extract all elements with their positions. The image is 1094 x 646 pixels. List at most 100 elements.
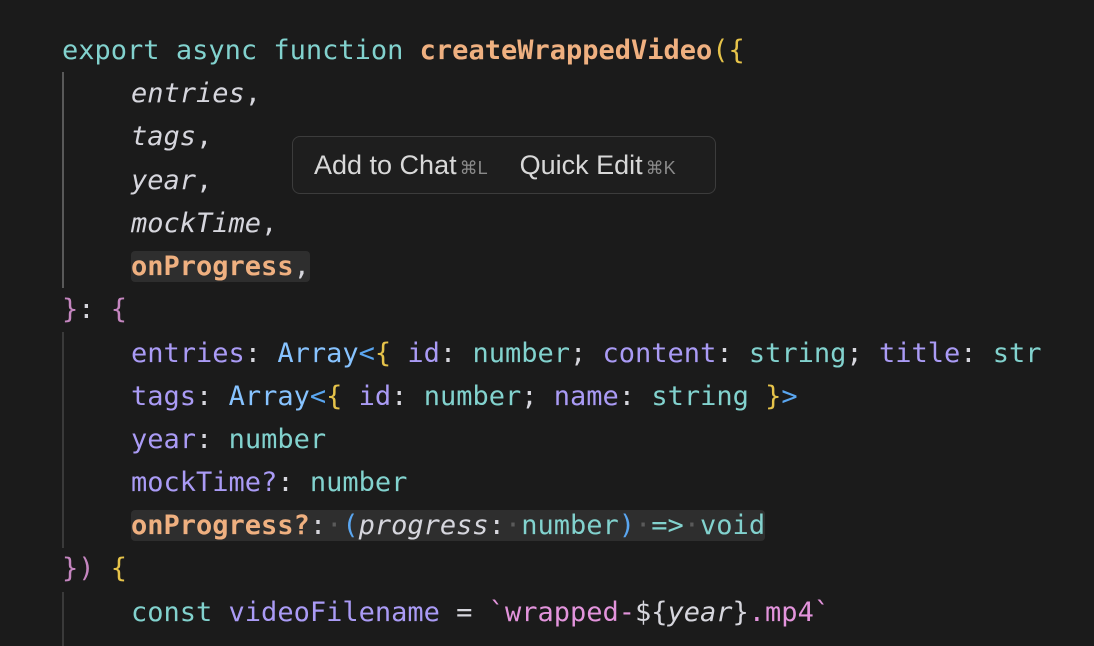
type-string: string (748, 338, 847, 369)
keyword-async: async (175, 35, 258, 66)
code-line-10[interactable]: year: number (131, 418, 326, 461)
colon: : (488, 510, 505, 541)
param-entries: entries (131, 78, 245, 109)
colon: : (196, 424, 213, 455)
prop-id: id (358, 381, 392, 412)
brace-open: { (374, 338, 392, 369)
quick-edit-shortcut: ⌘K (645, 157, 676, 178)
keyword-const: const (131, 597, 213, 628)
add-to-chat-button[interactable]: Add to Chat ⌘L (314, 150, 488, 181)
paren-close: ) (618, 510, 635, 541)
param-progress: progress (358, 510, 489, 541)
type-number: number (309, 467, 408, 498)
comma: , (261, 208, 278, 239)
type-string: string (651, 381, 749, 412)
param-mocktime: mockTime (131, 208, 262, 239)
code-line-12[interactable]: onProgress?:·(progress:·number)·=>·void (131, 504, 766, 547)
colon: : (309, 510, 327, 541)
prop-tags: tags (131, 381, 197, 412)
code-line-1[interactable]: export async function createWrappedVideo… (62, 29, 745, 72)
prop-entries: entries (131, 338, 245, 369)
code-line-3[interactable]: tags, (131, 115, 212, 158)
code-line-2[interactable]: entries, (131, 72, 261, 115)
prop-content: content (602, 338, 717, 369)
semicolon: ; (521, 381, 538, 412)
brace-open: { (326, 381, 343, 412)
colon: : (618, 381, 636, 412)
string-part: .mp4 (748, 597, 814, 628)
code-line-5[interactable]: mockTime, (131, 202, 277, 245)
indent-guide (62, 332, 64, 548)
comma: , (293, 251, 310, 282)
backtick: ` (813, 597, 831, 628)
type-number: number (521, 510, 619, 541)
close-brace: } (62, 294, 79, 325)
comma: , (244, 78, 262, 109)
prop-mocktime: mockTime? (131, 467, 278, 498)
brace-close: } (765, 381, 782, 412)
open-brace: { (110, 294, 128, 325)
string-part: wrapped- (504, 597, 635, 628)
param-onprogress: onProgress (131, 251, 294, 282)
close-brace-paren: }) (62, 553, 95, 584)
colon: : (244, 338, 262, 369)
colon: : (439, 338, 457, 369)
equals: = (456, 597, 473, 628)
code-line-13[interactable]: }) { (62, 547, 127, 590)
selection-highlight: onProgress?:·(progress:·number)·=>·void (131, 510, 766, 541)
type-string-truncated: str (992, 338, 1042, 369)
code-line-14[interactable]: const videoFilename = `wrapped-${year}.m… (131, 591, 830, 634)
quick-edit-button[interactable]: Quick Edit ⌘K (520, 150, 676, 181)
template-open: ${ (634, 597, 668, 628)
code-line-6[interactable]: onProgress, (131, 245, 310, 288)
template-close: } (732, 597, 749, 628)
prop-title: title (878, 338, 961, 369)
code-line-7[interactable]: }: { (62, 288, 127, 331)
colon: : (277, 467, 294, 498)
type-number: number (472, 338, 570, 369)
function-name: createWrappedVideo (419, 35, 713, 66)
code-line-8[interactable]: entries: Array<{ id: number; content: st… (131, 332, 1042, 375)
var-videofilename: videoFilename (228, 597, 440, 628)
prop-year: year (131, 424, 197, 455)
type-number: number (228, 424, 327, 455)
keyword-function: function (273, 35, 404, 66)
type-void: void (700, 510, 766, 541)
indent-guide (62, 72, 64, 288)
prop-name: name (553, 381, 619, 412)
type-array: Array (277, 338, 359, 369)
open-brace: { (110, 553, 128, 584)
colon: : (391, 381, 408, 412)
add-to-chat-label: Add to Chat (314, 149, 457, 180)
template-var-year: year (667, 597, 733, 628)
code-editor[interactable]: export async function createWrappedVideo… (0, 0, 1094, 646)
quick-edit-label: Quick Edit (519, 149, 643, 180)
selection-highlight: onProgress, (131, 251, 310, 282)
angle-close: > (781, 381, 798, 412)
comma: , (196, 121, 213, 152)
selection-action-popup: Add to Chat ⌘L Quick Edit ⌘K (292, 136, 716, 194)
colon: : (78, 294, 95, 325)
type-array: Array (228, 381, 310, 412)
colon: : (716, 338, 733, 369)
angle-open: < (309, 381, 327, 412)
backtick: ` (488, 597, 505, 628)
code-line-9[interactable]: tags: Array<{ id: number; name: string }… (131, 375, 798, 418)
indent-guide (62, 592, 64, 646)
colon: : (960, 338, 977, 369)
semicolon: ; (846, 338, 863, 369)
arrow-operator: => (651, 510, 684, 541)
code-line-11[interactable]: mockTime?: number (131, 461, 407, 504)
semicolon: ; (570, 338, 587, 369)
open-paren-brace: ({ (712, 35, 745, 66)
comma: , (196, 165, 213, 196)
add-to-chat-shortcut: ⌘L (459, 157, 488, 178)
prop-id: id (407, 338, 440, 369)
param-year: year (131, 165, 197, 196)
prop-onprogress: onProgress? (131, 510, 310, 541)
paren-open: ( (342, 510, 359, 541)
keyword-export: export (62, 35, 160, 66)
colon: : (196, 381, 213, 412)
code-line-4[interactable]: year, (131, 159, 212, 202)
angle-open: < (358, 338, 375, 369)
